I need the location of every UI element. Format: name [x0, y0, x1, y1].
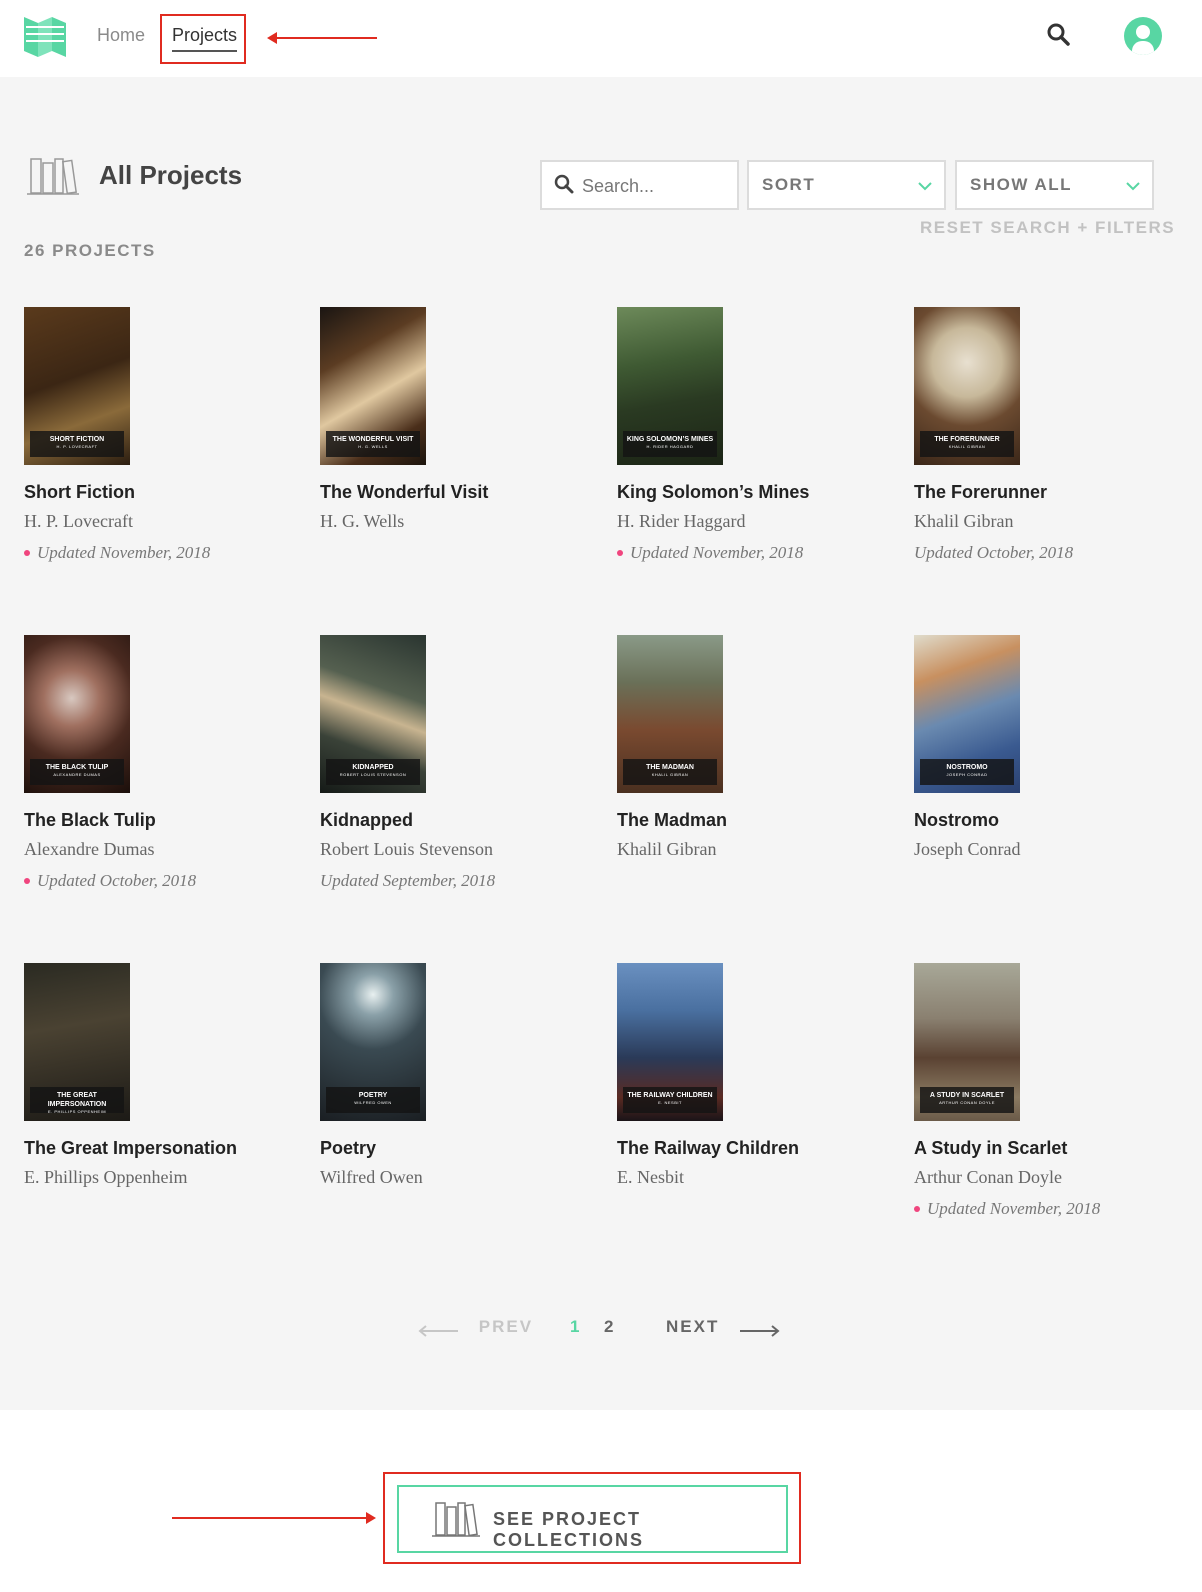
search-field[interactable] — [540, 160, 739, 210]
project-card[interactable]: POETRY WILFRED OWEN Poetry Wilfred Owen — [320, 963, 590, 1188]
cover-band: A STUDY IN SCARLET ARTHUR CONAN DOYLE — [920, 1087, 1014, 1113]
project-card[interactable]: KING SOLOMON’S MINES H. RIDER HAGGARD Kin… — [617, 307, 887, 563]
project-card[interactable]: THE WONDERFUL VISIT H. G. WELLS The Wonde… — [320, 307, 590, 532]
collections-label: SEE PROJECT COLLECTIONS — [493, 1509, 644, 1550]
cover-band: THE WONDERFUL VISIT H. G. WELLS — [326, 431, 420, 457]
project-author: Joseph Conrad — [914, 839, 1021, 859]
sort-select[interactable]: SORT — [747, 160, 946, 210]
project-title[interactable]: The Forerunner — [914, 482, 1184, 503]
prev-label: PREV — [478, 1317, 534, 1336]
project-updated: Updated October, 2018 — [914, 543, 1074, 562]
project-updated: Updated November, 2018 — [914, 1199, 1184, 1219]
nav-home-link[interactable]: Home — [97, 25, 145, 46]
project-title[interactable]: Short Fiction — [24, 482, 294, 503]
cover-band: THE BLACK TULIP ALEXANDRE DUMAS — [30, 759, 124, 785]
project-card[interactable]: A STUDY IN SCARLET ARTHUR CONAN DOYLE A S… — [914, 963, 1184, 1219]
filter-select[interactable]: SHOW ALL — [955, 160, 1154, 210]
chevron-down-icon — [918, 178, 932, 192]
pagination-next[interactable]: NEXT — [666, 1317, 780, 1337]
project-author: Robert Louis Stevenson — [320, 839, 493, 859]
search-input[interactable] — [582, 172, 732, 200]
project-author: H. G. Wells — [320, 511, 405, 531]
project-cover[interactable]: THE RAILWAY CHILDREN E. NESBIT — [617, 963, 723, 1121]
page-title: All Projects — [99, 160, 243, 190]
arrow-right-icon — [740, 1322, 780, 1337]
project-cover[interactable]: THE MADMAN KHALIL GIBRAN — [617, 635, 723, 793]
pagination-prev[interactable]: PREV — [418, 1317, 533, 1337]
search-icon — [554, 174, 574, 194]
annotation-box-projects — [160, 14, 246, 64]
project-card[interactable]: THE GREAT IMPERSONATION E. PHILLIPS OPPEN… — [24, 963, 294, 1188]
cover-band: THE GREAT IMPERSONATION E. PHILLIPS OPPEN… — [30, 1087, 124, 1114]
project-title[interactable]: The Wonderful Visit — [320, 482, 590, 503]
cover-band: THE FORERUNNER KHALIL GIBRAN — [920, 431, 1014, 457]
project-title[interactable]: Kidnapped — [320, 810, 590, 831]
project-author: E. Nesbit — [617, 1167, 684, 1187]
avatar-body — [1132, 41, 1154, 55]
project-cover[interactable]: SHORT FICTION H. P. LOVECRAFT — [24, 307, 130, 465]
project-cover[interactable]: THE BLACK TULIP ALEXANDRE DUMAS — [24, 635, 130, 793]
collections-shelf-icon — [432, 1501, 480, 1539]
project-updated: Updated November, 2018 — [617, 543, 887, 563]
project-author: Khalil Gibran — [617, 839, 717, 859]
project-card[interactable]: SHORT FICTION H. P. LOVECRAFT Short Ficti… — [24, 307, 294, 563]
cover-band: THE MADMAN KHALIL GIBRAN — [623, 759, 717, 785]
project-title[interactable]: The Black Tulip — [24, 810, 294, 831]
project-author: E. Phillips Oppenheim — [24, 1167, 188, 1187]
reset-filters-link[interactable]: RESET SEARCH + FILTERS — [920, 218, 1175, 238]
project-author: Khalil Gibran — [914, 511, 1014, 531]
project-card[interactable]: THE FORERUNNER KHALIL GIBRAN The Forerunn… — [914, 307, 1184, 563]
project-title[interactable]: King Solomon’s Mines — [617, 482, 887, 503]
project-card[interactable]: THE MADMAN KHALIL GIBRAN The Madman Khali… — [617, 635, 887, 860]
project-author: H. Rider Haggard — [617, 511, 746, 531]
sort-label: SORT — [762, 175, 816, 194]
cover-band: NOSTROMO JOSEPH CONRAD — [920, 759, 1014, 785]
cover-band: POETRY WILFRED OWEN — [326, 1087, 420, 1113]
project-cover[interactable]: THE WONDERFUL VISIT H. G. WELLS — [320, 307, 426, 465]
project-cover[interactable]: A STUDY IN SCARLET ARTHUR CONAN DOYLE — [914, 963, 1020, 1121]
see-project-collections-button[interactable]: SEE PROJECT COLLECTIONS — [397, 1485, 788, 1553]
project-cover[interactable]: THE FORERUNNER KHALIL GIBRAN — [914, 307, 1020, 465]
cover-band: KING SOLOMON’S MINES H. RIDER HAGGARD — [623, 431, 717, 457]
project-author: H. P. Lovecraft — [24, 511, 133, 531]
chevron-down-icon — [1126, 178, 1140, 192]
project-cover[interactable]: POETRY WILFRED OWEN — [320, 963, 426, 1121]
project-cover[interactable]: KING SOLOMON’S MINES H. RIDER HAGGARD — [617, 307, 723, 465]
filter-label: SHOW ALL — [970, 175, 1073, 194]
logo-icon[interactable] — [24, 17, 66, 57]
user-avatar[interactable] — [1124, 17, 1162, 55]
project-author: Alexandre Dumas — [24, 839, 155, 859]
project-count: 26 PROJECTS — [24, 241, 156, 260]
page-number-1[interactable]: 1 — [570, 1317, 579, 1337]
project-title[interactable]: The Great Impersonation — [24, 1138, 294, 1159]
project-updated: Updated September, 2018 — [320, 871, 496, 890]
avatar-head — [1136, 25, 1150, 39]
project-card[interactable]: THE RAILWAY CHILDREN E. NESBIT The Railwa… — [617, 963, 887, 1188]
project-updated: Updated November, 2018 — [24, 543, 294, 563]
project-cover[interactable]: NOSTROMO JOSEPH CONRAD — [914, 635, 1020, 793]
project-cover[interactable]: KIDNAPPED ROBERT LOUIS STEVENSON — [320, 635, 426, 793]
arrow-left-icon — [418, 1322, 458, 1337]
project-updated: Updated October, 2018 — [24, 871, 294, 891]
project-card[interactable]: KIDNAPPED ROBERT LOUIS STEVENSON Kidnappe… — [320, 635, 590, 891]
project-card[interactable]: THE BLACK TULIP ALEXANDRE DUMAS The Black… — [24, 635, 294, 891]
project-title[interactable]: Poetry — [320, 1138, 590, 1159]
cover-band: THE RAILWAY CHILDREN E. NESBIT — [623, 1087, 717, 1113]
annotation-arrow-collections — [172, 1512, 376, 1524]
search-icon[interactable] — [1046, 22, 1072, 48]
project-author: Wilfred Owen — [320, 1167, 423, 1187]
annotation-arrow-projects — [267, 32, 377, 44]
next-label: NEXT — [666, 1317, 720, 1336]
project-card[interactable]: NOSTROMO JOSEPH CONRAD Nostromo Joseph Co… — [914, 635, 1184, 860]
project-author: Arthur Conan Doyle — [914, 1167, 1062, 1187]
project-title[interactable]: The Railway Children — [617, 1138, 887, 1159]
project-title[interactable]: A Study in Scarlet — [914, 1138, 1184, 1159]
project-title[interactable]: Nostromo — [914, 810, 1184, 831]
cover-band: SHORT FICTION H. P. LOVECRAFT — [30, 431, 124, 457]
projects-shelf-icon — [27, 157, 79, 197]
project-title[interactable]: The Madman — [617, 810, 887, 831]
page-number-2[interactable]: 2 — [604, 1317, 613, 1337]
cover-band: KIDNAPPED ROBERT LOUIS STEVENSON — [326, 759, 420, 785]
project-cover[interactable]: THE GREAT IMPERSONATION E. PHILLIPS OPPEN… — [24, 963, 130, 1121]
